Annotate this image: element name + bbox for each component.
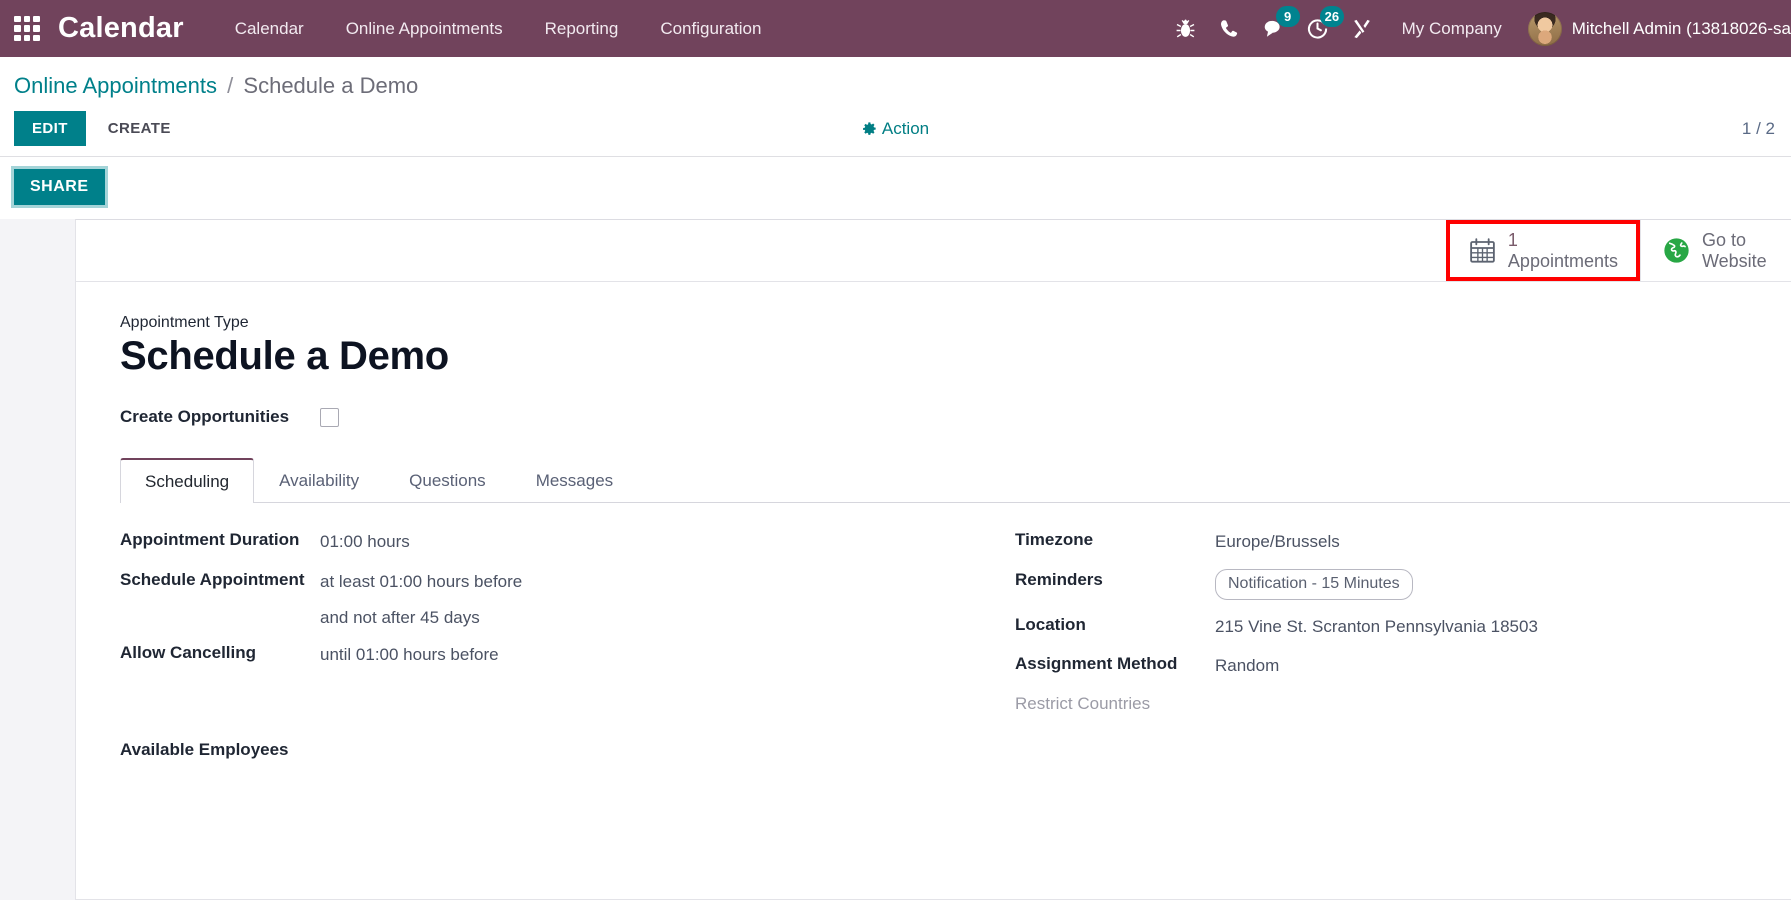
create-opportunities-row: Create Opportunities bbox=[120, 407, 1790, 427]
apps-grid-icon[interactable] bbox=[10, 12, 44, 46]
field-location: Location 215 Vine St. Scranton Pennsylva… bbox=[1015, 614, 1760, 640]
stat-button-appointments[interactable]: 1 Appointments bbox=[1445, 220, 1640, 282]
create-button[interactable]: CREATE bbox=[92, 111, 187, 146]
field-schedule-appointment-value[interactable]: at least 01:00 hours before bbox=[320, 569, 522, 595]
record-pager[interactable]: 1 / 2 bbox=[1742, 119, 1775, 139]
tab-questions[interactable]: Questions bbox=[384, 458, 511, 503]
menu-item-reporting[interactable]: Reporting bbox=[524, 0, 640, 57]
form-notebook-tabs: Scheduling Availability Questions Messag… bbox=[120, 457, 1790, 504]
stat-button-appointments-text: 1 Appointments bbox=[1508, 230, 1618, 272]
menu-item-calendar[interactable]: Calendar bbox=[214, 0, 325, 57]
field-timezone-label: Timezone bbox=[1015, 530, 1094, 550]
field-allow-cancelling: Allow Cancelling until 01:00 hours befor… bbox=[120, 642, 925, 668]
user-name-label: Mitchell Admin (13818026-sa bbox=[1571, 18, 1791, 38]
developer-tools-icon[interactable] bbox=[1340, 0, 1384, 57]
stat-appointments-label: Appointments bbox=[1507, 250, 1618, 271]
field-schedule-appointment-value2[interactable]: and not after 45 days bbox=[320, 608, 925, 628]
breadcrumb: Online Appointments / Schedule a Demo bbox=[0, 57, 1791, 103]
activities-clock-icon[interactable]: 26 bbox=[1296, 0, 1345, 57]
tab-availability[interactable]: Availability bbox=[254, 458, 384, 503]
field-appointment-duration-label: Appointment Duration bbox=[120, 530, 300, 550]
breadcrumb-parent-link[interactable]: Online Appointments bbox=[14, 73, 217, 98]
field-allow-cancelling-label: Allow Cancelling bbox=[120, 643, 257, 663]
field-location-value[interactable]: 215 Vine St. Scranton Pennsylvania 18503 bbox=[1215, 614, 1538, 640]
available-employees-label: Available Employees bbox=[120, 739, 289, 759]
navbar-right-section: 9 26 My Company Mitchell Admin (13818026… bbox=[1164, 0, 1791, 57]
company-switcher[interactable]: My Company bbox=[1384, 19, 1520, 39]
share-button-row: SHARE bbox=[0, 156, 1791, 220]
top-navbar: Calendar Calendar Online Appointments Re… bbox=[0, 0, 1791, 57]
breadcrumb-current: Schedule a Demo bbox=[243, 73, 419, 98]
page-title: Schedule a Demo bbox=[120, 334, 449, 379]
field-appointment-duration-value[interactable]: 01:00 hours bbox=[320, 529, 410, 555]
breadcrumb-separator: / bbox=[227, 73, 234, 98]
appointment-type-label: Appointment Type bbox=[120, 314, 249, 332]
app-brand-title[interactable]: Calendar bbox=[58, 12, 184, 45]
tab-scheduling[interactable]: Scheduling bbox=[120, 458, 255, 504]
create-opportunities-label: Create Opportunities bbox=[120, 407, 290, 427]
phone-icon[interactable] bbox=[1208, 0, 1252, 57]
avatar bbox=[1527, 11, 1562, 46]
stat-button-bar: 1 Appointments Go to Website bbox=[76, 220, 1791, 283]
field-restrict-countries-label: Restrict Countries bbox=[1015, 693, 1151, 713]
form-columns: Appointment Duration 01:00 hours Schedul… bbox=[120, 503, 1790, 760]
field-restrict-countries: Restrict Countries bbox=[1015, 693, 1760, 714]
bug-icon[interactable] bbox=[1164, 0, 1208, 57]
share-button[interactable]: SHARE bbox=[14, 169, 105, 206]
form-column-right: Timezone Europe/Brussels Reminders Notif… bbox=[955, 529, 1790, 760]
form-body: Appointment Type Schedule a Demo Create … bbox=[76, 282, 1791, 759]
field-assignment-method-value[interactable]: Random bbox=[1215, 653, 1279, 679]
gear-icon bbox=[862, 122, 876, 135]
globe-icon bbox=[1664, 238, 1689, 264]
stat-website-line2: Website bbox=[1702, 250, 1767, 271]
stat-website-line1: Go to bbox=[1702, 229, 1747, 250]
calendar-icon bbox=[1470, 238, 1495, 263]
field-schedule-appointment-value2-row: and not after 45 days bbox=[120, 608, 925, 628]
tab-messages[interactable]: Messages bbox=[511, 458, 638, 503]
field-reminders-label: Reminders bbox=[1015, 569, 1103, 589]
menu-item-online-appointments[interactable]: Online Appointments bbox=[325, 0, 524, 57]
field-timezone-value[interactable]: Europe/Brussels bbox=[1215, 529, 1340, 555]
form-sheet: 1 Appointments Go to Website Appointment… bbox=[75, 219, 1791, 901]
field-schedule-appointment: Schedule Appointment at least 01:00 hour… bbox=[120, 569, 925, 595]
stat-appointments-value: 1 bbox=[1507, 229, 1518, 250]
stat-button-go-to-website[interactable]: Go to Website bbox=[1640, 220, 1791, 282]
reminder-tag[interactable]: Notification - 15 Minutes bbox=[1215, 568, 1413, 600]
field-assignment-method: Assignment Method Random bbox=[1015, 653, 1760, 679]
form-view-background: 1 Appointments Go to Website Appointment… bbox=[0, 219, 1791, 901]
field-schedule-appointment-label: Schedule Appointment bbox=[120, 569, 305, 589]
user-menu[interactable]: Mitchell Admin (13818026-sa bbox=[1520, 11, 1791, 46]
field-allow-cancelling-value[interactable]: until 01:00 hours before bbox=[320, 642, 499, 668]
create-opportunities-checkbox[interactable] bbox=[320, 407, 339, 427]
edit-button[interactable]: EDIT bbox=[14, 111, 86, 147]
field-appointment-duration: Appointment Duration 01:00 hours bbox=[120, 529, 925, 555]
control-panel: Online Appointments / Schedule a Demo ED… bbox=[0, 57, 1791, 220]
action-menu-button[interactable]: Action bbox=[862, 119, 929, 139]
field-timezone: Timezone Europe/Brussels bbox=[1015, 529, 1760, 555]
menu-item-configuration[interactable]: Configuration bbox=[639, 0, 782, 57]
field-reminders-value-wrap: Notification - 15 Minutes bbox=[1215, 568, 1413, 600]
control-panel-buttons: EDIT CREATE Action 1 / 2 bbox=[0, 103, 1791, 156]
form-column-left: Appointment Duration 01:00 hours Schedul… bbox=[120, 529, 955, 760]
action-menu-label: Action bbox=[881, 118, 930, 138]
stat-button-website-text: Go to Website bbox=[1702, 230, 1767, 272]
field-location-label: Location bbox=[1015, 614, 1086, 634]
messages-icon[interactable]: 9 bbox=[1252, 0, 1300, 57]
field-assignment-method-label: Assignment Method bbox=[1015, 654, 1178, 674]
field-reminders: Reminders Notification - 15 Minutes bbox=[1015, 568, 1760, 600]
